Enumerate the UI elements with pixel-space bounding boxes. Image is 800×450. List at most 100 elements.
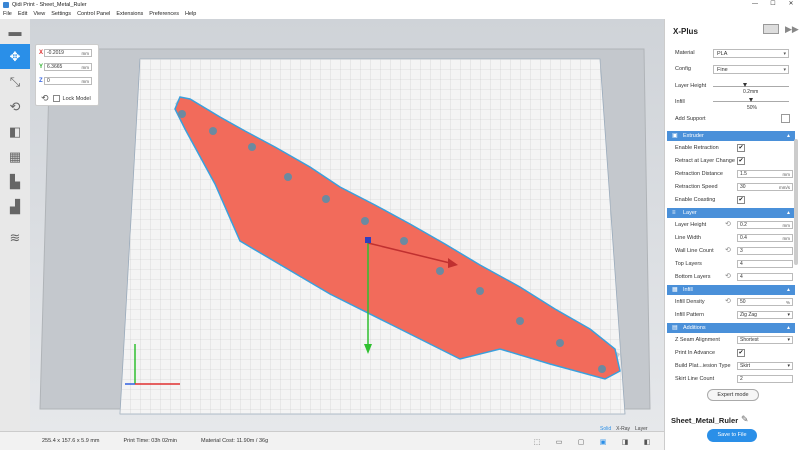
- right-view-icon[interactable]: ◧: [640, 438, 654, 447]
- layer-height-thumb[interactable]: [742, 83, 747, 87]
- layer-height-input[interactable]: 0.2 mm: [737, 221, 793, 229]
- left-view-icon[interactable]: ◨: [618, 438, 632, 447]
- edit-name-icon[interactable]: ✎: [741, 414, 749, 425]
- config-select[interactable]: Fine ▾: [713, 65, 789, 74]
- reset-icon[interactable]: ⟲: [725, 220, 731, 230]
- open-folder-icon: ▬: [8, 24, 22, 39]
- infill-thumb[interactable]: [749, 98, 753, 102]
- retraction-speed-input[interactable]: 30 mm/s: [737, 183, 793, 191]
- z-row: Z 0 mm: [39, 77, 92, 85]
- 3d-view-icon[interactable]: ⬚: [530, 438, 544, 447]
- retraction-distance-input[interactable]: 1.5 mm: [737, 170, 793, 178]
- infill-density-input[interactable]: 50%: [737, 298, 793, 306]
- move-icon: ✥: [9, 48, 21, 64]
- settings-scrollbar[interactable]: [794, 139, 798, 265]
- per-model-settings-tool[interactable]: ▦: [0, 144, 30, 169]
- z-seam-select[interactable]: Shortest ▾: [737, 336, 793, 344]
- menu-settings[interactable]: Settings: [51, 11, 71, 17]
- material-select[interactable]: PLA ▾: [713, 49, 789, 58]
- title-bar: Qidi Print - Sheet_Metal_Ruler — ☐ ✕: [0, 0, 800, 9]
- line-width-input[interactable]: 0.4 mm: [737, 234, 793, 242]
- x-position-input[interactable]: -0.2019 mm: [44, 49, 92, 57]
- menu-preferences[interactable]: Preferences: [149, 11, 179, 17]
- status-bar: 255.4 x 157.6 x 5.9 mm Print Time: 03h 0…: [0, 431, 664, 450]
- bottom-layers-input[interactable]: 4: [737, 273, 793, 281]
- lock-model-row: ⟲ Lock Model: [41, 93, 91, 104]
- enable-retraction-checkbox[interactable]: ✔: [737, 144, 745, 152]
- file-name: Sheet_Metal_Ruler: [671, 416, 739, 425]
- menu-extensions[interactable]: Extensions: [116, 11, 143, 17]
- reset-position-icon[interactable]: ⟲: [41, 93, 49, 104]
- enable-retraction-row: Enable Retraction ✔: [675, 144, 745, 152]
- solid-view-icon[interactable]: ▣: [596, 438, 610, 447]
- extruder-icon: ▣: [672, 133, 678, 139]
- app-logo-icon: [3, 1, 9, 8]
- camera-view-buttons: ⬚ ▭ ▢ ▣ ◨ ◧: [522, 438, 654, 447]
- chevron-up-icon: ▲: [786, 325, 791, 331]
- z-position-input[interactable]: 0 mm: [44, 77, 92, 85]
- wifi-tool[interactable]: ≋: [0, 225, 30, 250]
- y-position-input[interactable]: 6.3665 mm: [44, 63, 92, 71]
- lock-model-checkbox[interactable]: [52, 95, 60, 102]
- adhesion-type-select[interactable]: Skirt ▾: [737, 362, 793, 370]
- 3d-viewport[interactable]: [30, 19, 664, 431]
- section-layer[interactable]: ≡ Layer ▲: [667, 208, 795, 218]
- move-tool[interactable]: ✥: [0, 44, 30, 69]
- scale-tool[interactable]: ⤡: [0, 69, 30, 94]
- close-button[interactable]: ✕: [782, 0, 800, 9]
- infill-density-row: Infill Density ⟲ 50%: [675, 297, 793, 307]
- layer-height-slider[interactable]: [713, 83, 789, 87]
- rotate-icon: ⟲: [9, 98, 21, 114]
- menu-view[interactable]: View: [33, 11, 45, 17]
- skirt-line-count-input[interactable]: 2: [737, 375, 793, 383]
- layer-height-value: 0.2mm: [743, 89, 759, 95]
- menu-help[interactable]: Help: [185, 11, 196, 17]
- top-layers-input[interactable]: 4: [737, 260, 793, 268]
- chevron-up-icon: ▲: [786, 287, 791, 293]
- mirror-tool[interactable]: ◧: [0, 119, 30, 144]
- infill-pattern-select[interactable]: Zig Zag ▾: [737, 311, 793, 319]
- reset-icon[interactable]: ⟲: [725, 272, 731, 282]
- expert-mode-button[interactable]: Expert mode: [707, 389, 759, 401]
- model-dimensions: 255.4 x 157.6 x 5.9 mm: [42, 438, 100, 444]
- retract-layer-change-checkbox[interactable]: ✔: [737, 157, 745, 165]
- window-title: Qidi Print - Sheet_Metal_Ruler: [12, 1, 87, 8]
- layer-height-row: Layer Height ⟲ 0.2 mm: [675, 220, 793, 230]
- open-file-tool[interactable]: ▬: [0, 19, 30, 44]
- rotate-tool[interactable]: ⟲: [0, 94, 30, 119]
- support-blocker-tool[interactable]: ▙: [0, 169, 30, 194]
- layer-view-icon: ▟: [10, 198, 20, 214]
- y-row: Y 6.3665 mm: [39, 63, 92, 71]
- retraction-speed-row: Retraction Speed 30 mm/s: [675, 182, 793, 192]
- add-support-checkbox[interactable]: [781, 114, 790, 123]
- reset-icon[interactable]: ⟲: [725, 246, 731, 256]
- menu-file[interactable]: File: [3, 11, 12, 17]
- reset-icon[interactable]: ⟲: [725, 297, 731, 307]
- save-to-file-button[interactable]: Save to File: [707, 429, 757, 442]
- section-additions[interactable]: ▤ Additions ▲: [667, 323, 795, 333]
- bottom-layers-row: Bottom Layers ⟲ 4: [675, 272, 793, 282]
- menu-control-panel[interactable]: Control Panel: [77, 11, 110, 17]
- left-toolbar: ▬ ✥ ⤡ ⟲ ◧ ▦ ▙ ▟ ≋: [0, 19, 30, 431]
- x-row: X -0.2019 mm: [39, 49, 92, 57]
- menu-edit[interactable]: Edit: [18, 11, 27, 17]
- line-width-row: Line Width 0.4 mm: [675, 233, 793, 243]
- section-infill[interactable]: ▦ Infill ▲: [667, 285, 795, 295]
- section-extruder[interactable]: ▣ Extruder ▲: [667, 131, 795, 141]
- skirt-line-count-row: Skirt Line Count 2: [675, 374, 793, 384]
- build-plate-scene: [39, 48, 651, 415]
- layer-view-tool[interactable]: ▟: [0, 194, 30, 219]
- maximize-button[interactable]: ☐: [764, 0, 782, 9]
- infill-slider[interactable]: [713, 98, 789, 102]
- minimize-button[interactable]: —: [746, 0, 764, 9]
- infill-pattern-row: Infill Pattern Zig Zag ▾: [675, 310, 793, 320]
- top-view-icon[interactable]: ▢: [574, 438, 588, 447]
- front-view-icon[interactable]: ▭: [552, 438, 566, 447]
- wall-line-count-input[interactable]: 3: [737, 247, 793, 255]
- enable-coasting-row: Enable Coasting ✔: [675, 196, 745, 204]
- print-in-advance-checkbox[interactable]: ✔: [737, 349, 745, 357]
- add-support-label: Add Support: [675, 116, 706, 122]
- enable-coasting-checkbox[interactable]: ✔: [737, 196, 745, 204]
- next-printer-icon[interactable]: ▶▶: [785, 24, 799, 35]
- chevron-up-icon: ▲: [786, 133, 791, 139]
